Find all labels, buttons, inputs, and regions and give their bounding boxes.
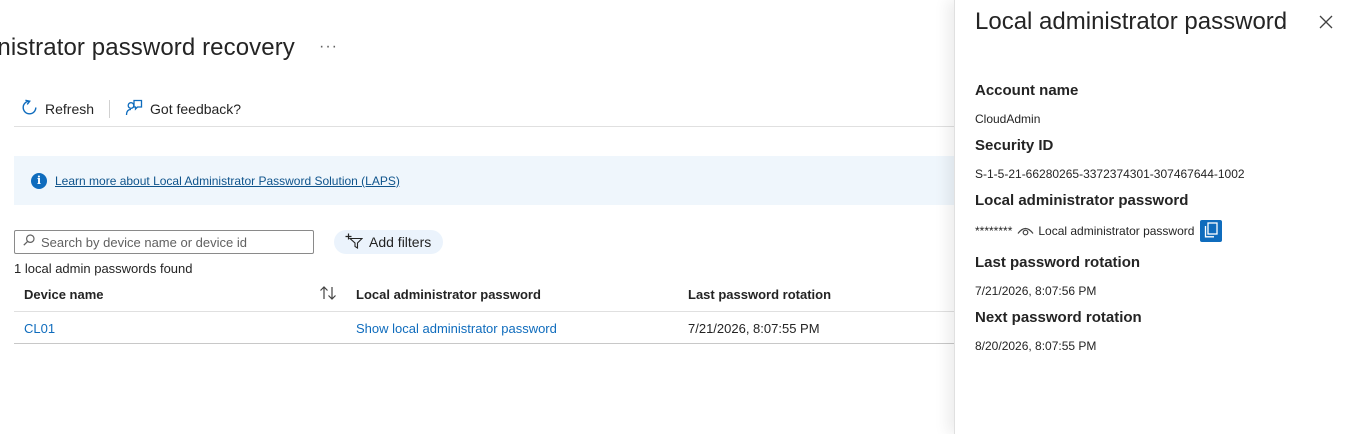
last-rotation-cell: 7/21/2026, 8:07:55 PM <box>688 321 820 336</box>
security-id-label: Security ID <box>975 137 1054 154</box>
page-title: inistrator password recovery <box>0 34 295 61</box>
info-icon: i <box>31 172 47 189</box>
laps-learn-more-link[interactable]: Learn more about Local Administrator Pas… <box>55 174 400 188</box>
refresh-button[interactable]: Refresh <box>14 96 101 122</box>
account-name-label: Account name <box>975 82 1079 99</box>
row-divider <box>14 343 954 344</box>
last-rotation-label: Last password rotation <box>975 254 1141 271</box>
device-link[interactable]: CL01 <box>24 321 55 336</box>
search-icon <box>23 233 35 251</box>
show-password-link[interactable]: Show local administrator password <box>356 321 557 336</box>
copy-icon <box>1204 221 1219 241</box>
add-filter-icon <box>345 233 364 252</box>
show-password-label[interactable]: Local administrator password <box>1038 224 1194 238</box>
feedback-button[interactable]: Got feedback? <box>118 96 248 122</box>
add-filters-button[interactable]: Add filters <box>334 230 444 254</box>
next-rotation-label: Next password rotation <box>975 309 1142 326</box>
feedback-label: Got feedback? <box>150 101 242 117</box>
security-id-value: S-1-5-21-66280265-3372374301-307467644-1… <box>975 167 1245 181</box>
panel-title: Local administrator password <box>975 8 1288 35</box>
copy-password-button[interactable] <box>1200 220 1223 242</box>
password-row: ******** Local administrator password <box>975 220 1223 242</box>
password-masked: ******** <box>975 224 1013 238</box>
sort-icon[interactable] <box>319 286 337 305</box>
eye-icon[interactable] <box>1017 225 1034 237</box>
account-name-value: CloudAdmin <box>975 112 1041 126</box>
close-icon[interactable] <box>1317 13 1335 31</box>
next-rotation-value: 8/20/2026, 8:07:55 PM <box>975 339 1097 353</box>
column-header-last-rotation[interactable]: Last password rotation <box>688 287 831 302</box>
refresh-label: Refresh <box>45 101 95 117</box>
results-count: 1 local admin passwords found <box>14 261 193 276</box>
main-content: inistrator password recovery ··· Refresh… <box>0 0 954 434</box>
password-label: Local administrator password <box>975 192 1189 209</box>
add-filters-label: Add filters <box>369 234 432 250</box>
command-bar: Refresh Got feedback? <box>14 96 248 122</box>
more-options-icon[interactable]: ··· <box>319 38 338 56</box>
refresh-icon <box>21 99 38 119</box>
search-box[interactable] <box>14 230 314 254</box>
feedback-icon <box>125 99 143 119</box>
toolbar-divider <box>109 100 111 118</box>
password-details-panel: Local administrator password Account nam… <box>954 0 1357 434</box>
last-rotation-value: 7/21/2026, 8:07:56 PM <box>975 284 1097 298</box>
info-banner: i Learn more about Local Administrator P… <box>14 156 954 205</box>
toolbar-divider-line <box>14 126 954 127</box>
column-header-local-admin-password[interactable]: Local administrator password <box>356 287 541 302</box>
search-input[interactable] <box>41 234 301 250</box>
column-header-device-name[interactable]: Device name <box>24 287 104 302</box>
header-divider <box>14 311 954 312</box>
